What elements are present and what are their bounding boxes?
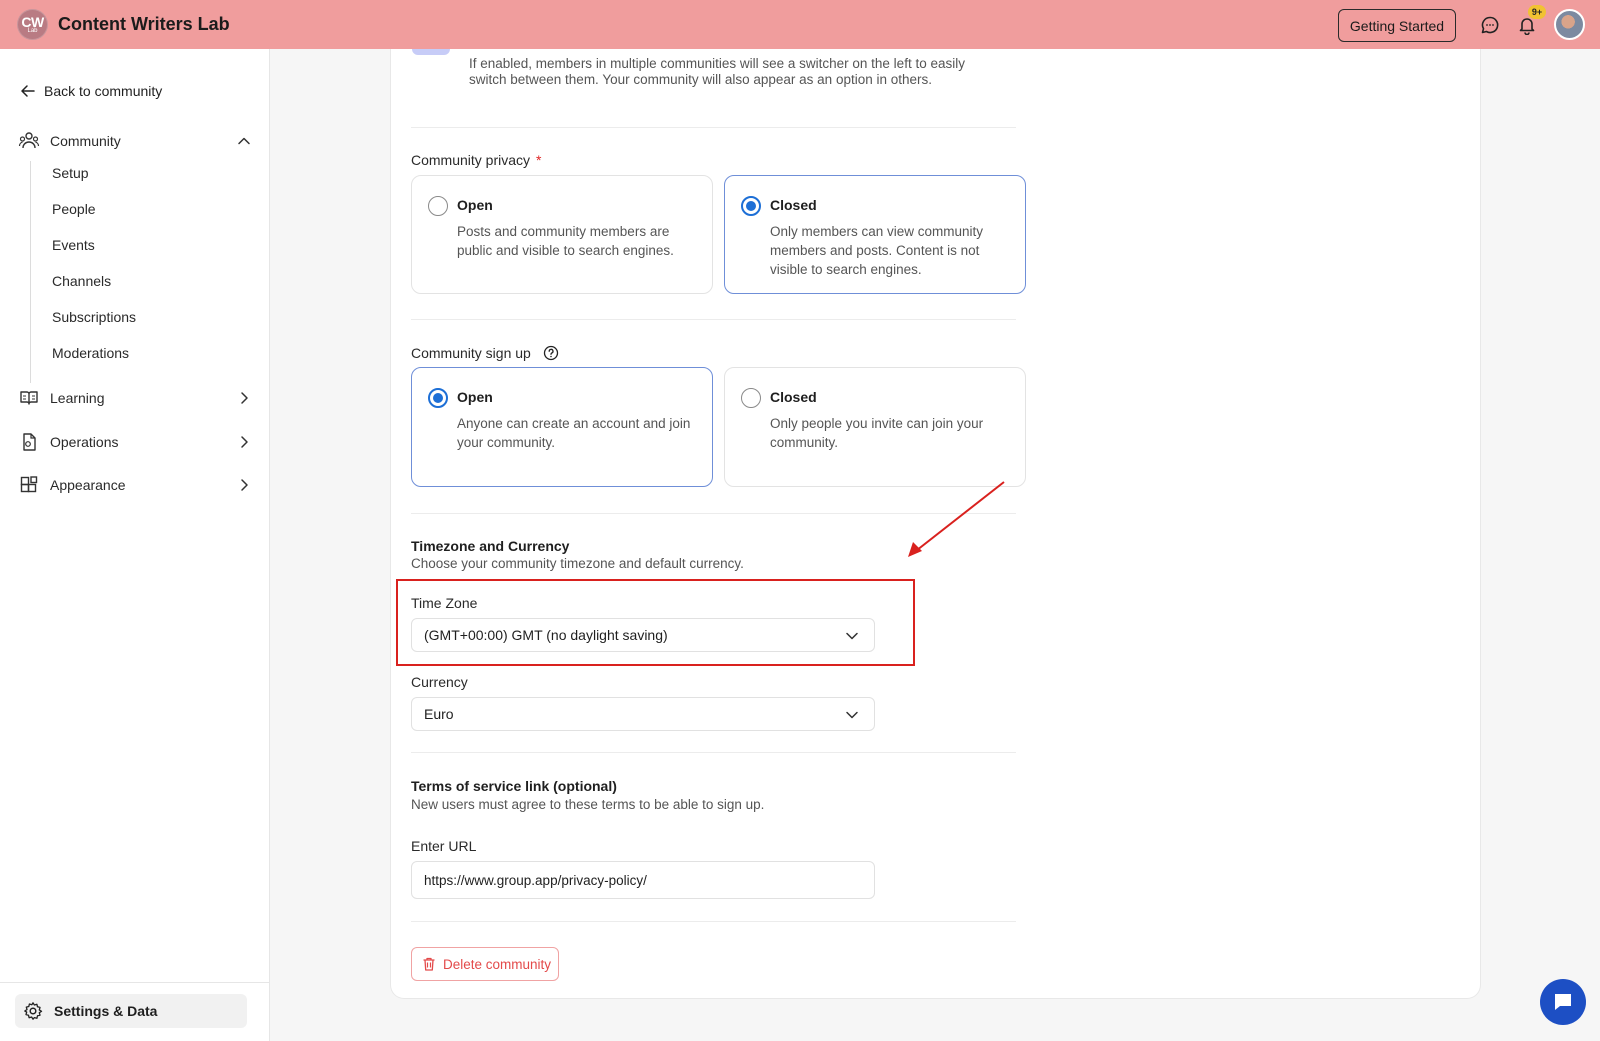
notification-badge: 9+ (1528, 5, 1546, 19)
document-gear-icon (18, 431, 40, 453)
timezone-currency-subtitle: Choose your community timezone and defau… (411, 556, 744, 571)
sidebar-subitem-events[interactable]: Events (52, 237, 95, 253)
annotation-arrow-icon (908, 481, 1005, 557)
settings-label: Settings & Data (54, 1003, 158, 1019)
divider (411, 319, 1016, 320)
option-title: Open (457, 389, 493, 405)
option-title: Closed (770, 389, 817, 405)
option-title: Open (457, 197, 493, 213)
switcher-description: If enabled, members in multiple communit… (469, 56, 965, 87)
back-link-label: Back to community (44, 83, 163, 99)
book-icon (18, 387, 40, 409)
signup-open-radio[interactable] (428, 388, 448, 408)
user-avatar[interactable] (1554, 9, 1585, 40)
divider (411, 752, 1016, 753)
back-to-community-link[interactable]: Back to community (20, 83, 162, 99)
privacy-closed-radio[interactable] (741, 196, 761, 216)
option-description: Anyone can create an account and join yo… (457, 416, 691, 450)
signup-option-open[interactable]: Open Anyone can create an account and jo… (411, 367, 713, 487)
chevron-up-icon[interactable] (236, 133, 252, 149)
gear-icon (24, 1002, 43, 1020)
sidebar-item-operations[interactable]: Operations (18, 430, 252, 454)
community-logo[interactable]: CW Lab (17, 9, 48, 40)
sidebar: Back to community Community Setup People… (0, 49, 270, 1041)
option-description: Posts and community members are public a… (457, 224, 674, 258)
option-title: Closed (770, 197, 817, 213)
sidebar-item-learning[interactable]: Learning (18, 386, 252, 410)
submenu-guide-line (30, 161, 31, 383)
chevron-right-icon[interactable] (236, 477, 252, 493)
terms-title: Terms of service link (optional) (411, 778, 617, 794)
sidebar-item-label: Appearance (50, 477, 126, 493)
divider (411, 127, 1016, 128)
sidebar-item-label: Community (50, 133, 121, 149)
app-title[interactable]: Content Writers Lab (58, 14, 230, 35)
terms-url-input[interactable] (411, 861, 875, 899)
sidebar-item-community[interactable]: Community (18, 129, 252, 153)
currency-value: Euro (424, 706, 454, 722)
terms-subtitle: New users must agree to these terms to b… (411, 797, 765, 812)
sidebar-item-label: Operations (50, 434, 119, 450)
chevron-right-icon[interactable] (236, 390, 252, 406)
currency-select[interactable]: Euro (411, 697, 875, 731)
delete-community-button[interactable]: Delete community (411, 947, 559, 981)
delete-label: Delete community (443, 956, 552, 972)
required-mark: * (536, 152, 542, 168)
getting-started-button[interactable]: Getting Started (1338, 9, 1456, 42)
message-icon (1555, 994, 1571, 1010)
privacy-option-open[interactable]: Open Posts and community members are pub… (411, 175, 713, 294)
top-bar: CW Lab Content Writers Lab Getting Start… (0, 0, 1600, 49)
option-description: Only people you invite can join your com… (770, 416, 984, 450)
sidebar-subitem-subscriptions[interactable]: Subscriptions (52, 309, 136, 325)
chevron-right-icon[interactable] (236, 434, 252, 450)
people-icon (18, 130, 40, 152)
signup-closed-radio[interactable] (741, 388, 761, 408)
signup-option-closed[interactable]: Closed Only people you invite can join y… (724, 367, 1026, 487)
privacy-label-text: Community privacy (411, 152, 531, 168)
sidebar-item-settings-data[interactable]: Settings & Data (15, 994, 247, 1028)
privacy-open-radio[interactable] (428, 196, 448, 216)
sidebar-item-appearance[interactable]: Appearance (18, 473, 252, 497)
chevron-down-icon (846, 711, 858, 719)
privacy-option-closed[interactable]: Closed Only members can view community m… (724, 175, 1026, 294)
sidebar-subitem-setup[interactable]: Setup (52, 165, 89, 181)
divider (411, 921, 1016, 922)
sidebar-divider (0, 982, 270, 983)
arrow-left-icon (21, 85, 35, 97)
logo-subtext: Lab (27, 28, 38, 34)
signup-label: Community sign up (411, 345, 559, 361)
url-label: Enter URL (411, 838, 477, 854)
logo-text: CW (21, 14, 44, 30)
signup-label-text: Community sign up (411, 345, 531, 361)
timezone-currency-title: Timezone and Currency (411, 538, 570, 554)
community-switcher-toggle[interactable] (412, 49, 450, 55)
sidebar-subitem-moderations[interactable]: Moderations (52, 345, 129, 361)
option-description: Only members can view community members … (770, 224, 984, 277)
trash-icon (423, 957, 435, 971)
chat-support-button[interactable] (1540, 979, 1586, 1025)
sidebar-item-label: Learning (50, 390, 105, 406)
currency-label: Currency (411, 674, 468, 690)
annotation-highlight-box (396, 579, 915, 666)
widgets-icon (18, 474, 40, 496)
help-icon[interactable] (543, 345, 559, 361)
chat-icon[interactable] (1478, 13, 1502, 37)
privacy-label: Community privacy * (411, 152, 541, 168)
sidebar-subitem-channels[interactable]: Channels (52, 273, 111, 289)
sidebar-subitem-people[interactable]: People (52, 201, 96, 217)
